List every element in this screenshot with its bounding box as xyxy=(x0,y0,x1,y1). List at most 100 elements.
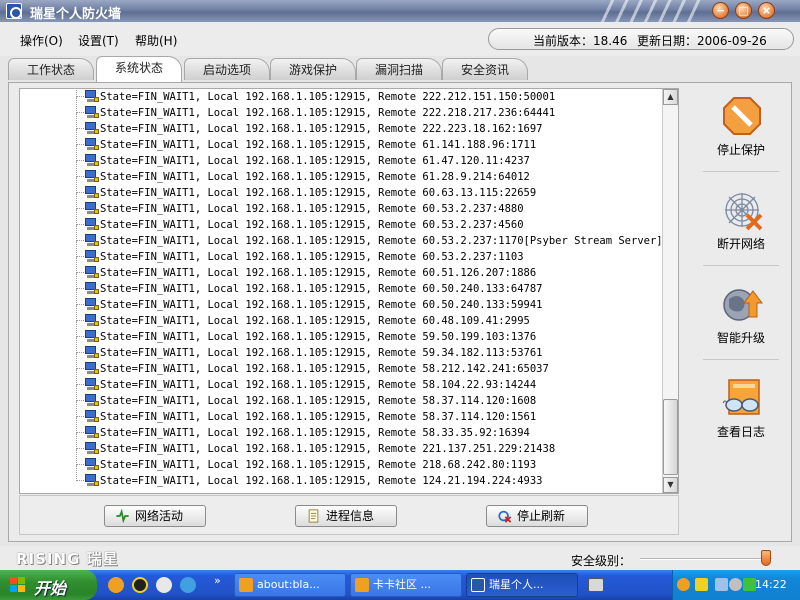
title-bar[interactable]: 瑞星个人防火墙 − □ × xyxy=(0,0,800,22)
tab-vulnerability-scan[interactable]: 漏洞扫描 xyxy=(356,58,442,80)
computer-network-icon xyxy=(84,266,99,279)
side-actions: 停止保护 断开网络 智能升级 查看日志 xyxy=(689,83,793,543)
tree-line xyxy=(76,369,84,385)
connection-row[interactable]: State=FIN_WAIT1, Local 192.168.1.105:129… xyxy=(20,241,662,265)
close-button[interactable]: × xyxy=(758,2,775,19)
computer-network-icon xyxy=(84,202,99,215)
firefox-quicklaunch-icon[interactable] xyxy=(108,577,124,593)
connection-row[interactable]: State=FIN_WAIT1, Local 192.168.1.105:129… xyxy=(20,449,662,473)
menu-operation[interactable]: 操作(O) xyxy=(20,32,63,49)
connection-text: State=FIN_WAIT1, Local 192.168.1.105:129… xyxy=(100,123,543,135)
network-tray-icon[interactable] xyxy=(715,578,728,591)
tree-line xyxy=(76,401,84,417)
connection-row[interactable]: State=FIN_WAIT1, Local 192.168.1.105:129… xyxy=(20,401,662,425)
status-footer: RISING 瑞星 安全级别： xyxy=(0,546,800,570)
connection-row[interactable]: State=FIN_WAIT1, Local 192.168.1.105:129… xyxy=(20,225,662,249)
connection-row[interactable]: State=FIN_WAIT1, Local 192.168.1.105:129… xyxy=(20,177,662,201)
minimize-button[interactable]: − xyxy=(712,2,729,19)
computer-network-icon xyxy=(84,442,99,455)
connection-list[interactable]: State=FIN_WAIT1, Local 192.168.1.105:129… xyxy=(20,89,662,493)
tree-line xyxy=(76,305,84,321)
connection-row[interactable]: State=FIN_WAIT1, Local 192.168.1.105:129… xyxy=(20,129,662,153)
tree-line xyxy=(76,241,84,257)
tree-line xyxy=(76,89,84,97)
tab-system-status[interactable]: 系统状态 xyxy=(96,56,182,82)
stop-protection-button[interactable]: 停止保护 xyxy=(689,89,793,179)
tree-line xyxy=(76,385,84,401)
browser-quicklaunch-icon[interactable] xyxy=(180,577,196,593)
process-info-button[interactable]: 进程信息 xyxy=(295,505,397,527)
start-button[interactable]: 开始 xyxy=(0,570,97,600)
tab-startup-options[interactable]: 启动选项 xyxy=(184,58,270,80)
computer-network-icon xyxy=(84,154,99,167)
divider xyxy=(703,359,779,360)
view-log-button[interactable]: 查看日志 xyxy=(689,371,793,461)
smart-upgrade-button[interactable]: 智能升级 xyxy=(689,277,793,367)
tab-game-protection[interactable]: 游戏保护 xyxy=(270,58,356,80)
connection-row[interactable]: State=FIN_WAIT1, Local 192.168.1.105:129… xyxy=(20,161,662,185)
scroll-down-button[interactable]: ▼ xyxy=(663,477,678,493)
connection-row[interactable]: State=FIN_WAIT1, Local 192.168.1.105:129… xyxy=(20,145,662,169)
task-label: about:bla... xyxy=(257,578,320,591)
connection-row[interactable]: State=FIN_WAIT1, Local 192.168.1.105:129… xyxy=(20,257,662,281)
shield-tray-icon[interactable] xyxy=(695,578,708,591)
connection-text: State=FIN_WAIT1, Local 192.168.1.105:129… xyxy=(100,171,530,183)
connection-row[interactable]: State=FIN_WAIT1, Local 192.168.1.105:129… xyxy=(20,273,662,297)
divider xyxy=(703,265,779,266)
clock: 14:22 xyxy=(755,578,787,591)
qq-quicklaunch-icon[interactable] xyxy=(132,577,148,593)
network-activity-button[interactable]: 网络活动 xyxy=(104,505,206,527)
computer-network-icon xyxy=(84,122,99,135)
scroll-thumb[interactable] xyxy=(663,399,678,475)
tab-work-status[interactable]: 工作状态 xyxy=(8,58,94,80)
connection-text: State=FIN_WAIT1, Local 192.168.1.105:129… xyxy=(100,331,537,343)
connection-row[interactable]: State=FIN_WAIT1, Local 192.168.1.105:129… xyxy=(20,89,662,105)
keyboard-icon[interactable] xyxy=(588,578,604,592)
slider-track xyxy=(640,558,772,560)
connection-row[interactable]: State=FIN_WAIT1, Local 192.168.1.105:129… xyxy=(20,385,662,409)
taskbar-item-rising-firewall[interactable]: 瑞星个人... xyxy=(466,573,578,597)
action-bar: 网络活动 进程信息 停止刷新 xyxy=(19,495,679,535)
connection-row[interactable]: State=FIN_WAIT1, Local 192.168.1.105:129… xyxy=(20,209,662,233)
connection-row[interactable]: State=FIN_WAIT1, Local 192.168.1.105:129… xyxy=(20,289,662,313)
computer-network-icon xyxy=(84,330,99,343)
security-level-slider[interactable] xyxy=(640,550,772,566)
connection-row[interactable]: State=FIN_WAIT1, Local 192.168.1.105:129… xyxy=(20,305,662,329)
connection-row[interactable]: State=FIN_WAIT1, Local 192.168.1.105:129… xyxy=(20,97,662,121)
maximize-button[interactable]: □ xyxy=(735,2,752,19)
menu-help[interactable]: 帮助(H) xyxy=(135,32,177,49)
vertical-scrollbar[interactable]: ▲ ▼ xyxy=(662,89,678,493)
system-status-panel: State=FIN_WAIT1, Local 192.168.1.105:129… xyxy=(8,82,792,542)
connection-row[interactable]: State=FIN_WAIT1, Local 192.168.1.105:129… xyxy=(20,353,662,377)
menu-settings[interactable]: 设置(T) xyxy=(78,32,119,49)
tree-line xyxy=(76,257,84,273)
connection-row[interactable]: State=FIN_WAIT1, Local 192.168.1.105:129… xyxy=(20,113,662,137)
tab-security-news[interactable]: 安全资讯 xyxy=(442,58,528,80)
tree-line xyxy=(76,465,84,481)
tree-line xyxy=(76,433,84,449)
stop-sign-icon xyxy=(723,97,761,135)
mascot-quicklaunch-icon[interactable] xyxy=(156,577,172,593)
taskbar-item-blank-page[interactable]: about:bla... xyxy=(234,573,346,597)
connection-row[interactable]: State=FIN_WAIT1, Local 192.168.1.105:129… xyxy=(20,433,662,457)
connection-row[interactable]: State=FIN_WAIT1, Local 192.168.1.105:129… xyxy=(20,321,662,345)
connection-row[interactable]: State=FIN_WAIT1, Local 192.168.1.105:129… xyxy=(20,369,662,393)
connection-text: State=FIN_WAIT1, Local 192.168.1.105:129… xyxy=(100,155,530,167)
stop-refresh-button[interactable]: 停止刷新 xyxy=(486,505,588,527)
tree-line xyxy=(76,273,84,289)
volume-tray-icon[interactable] xyxy=(729,578,742,591)
connection-text: State=FIN_WAIT1, Local 192.168.1.105:129… xyxy=(100,363,549,375)
tree-line xyxy=(76,289,84,305)
log-glasses-icon xyxy=(722,379,760,415)
firefox-tray-icon[interactable] xyxy=(677,578,690,591)
connection-row[interactable]: State=FIN_WAIT1, Local 192.168.1.105:129… xyxy=(20,465,662,489)
slider-thumb[interactable] xyxy=(761,550,771,566)
quicklaunch-expand-icon[interactable]: » xyxy=(214,574,221,587)
scroll-up-button[interactable]: ▲ xyxy=(663,89,678,105)
taskbar-item-kaka-community[interactable]: 卡卡社区 ... xyxy=(350,573,462,597)
firewall-app-icon xyxy=(6,3,22,19)
disconnect-network-button[interactable]: 断开网络 xyxy=(689,183,793,273)
connection-row[interactable]: State=FIN_WAIT1, Local 192.168.1.105:129… xyxy=(20,417,662,441)
connection-row[interactable]: State=FIN_WAIT1, Local 192.168.1.105:129… xyxy=(20,337,662,361)
connection-row[interactable]: State=FIN_WAIT1, Local 192.168.1.105:129… xyxy=(20,193,662,217)
